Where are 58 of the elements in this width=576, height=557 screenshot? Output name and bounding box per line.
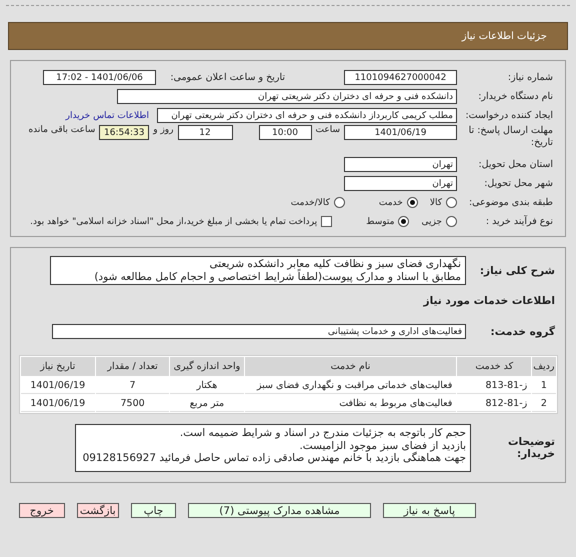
requester-field: مطلب کریمی کاربرداز دانشکده فنی و حرفه ای دختران دکتر شریعتی تهران — [157, 108, 457, 123]
option-label: متوسط — [366, 216, 394, 226]
action-button[interactable]: مشاهده مدارک پیوستی (7) — [188, 503, 371, 518]
option-label: خدمت — [378, 198, 403, 208]
radio-button[interactable] — [334, 197, 345, 208]
field-label: طبقه بندی موضوعی: — [468, 196, 553, 208]
section-title: اطلاعات خدمات مورد نیاز — [424, 294, 555, 307]
column-header: واحد اندازه گیری — [170, 357, 244, 376]
field-label: ایجاد کننده درخواست: — [464, 110, 553, 122]
action-button[interactable]: بازگشت — [76, 503, 119, 518]
field-label: شرح کلی نیاز: — [478, 264, 555, 277]
buyer-contact-link[interactable]: اطلاعات تماس خریدار — [66, 110, 149, 120]
field-label: مهلت ارسال پاسخ: تا تاریخ: — [468, 125, 553, 149]
column-header: کد خدمت — [457, 357, 532, 376]
field-label: شماره نیاز: — [506, 72, 553, 84]
column-header: نام خدمت — [244, 357, 456, 376]
deadline-date-field: 1401/06/19 — [344, 125, 457, 140]
province-field: تهران — [344, 157, 457, 172]
table-cell: فعالیت‌های خدماتی مراقبت و نگهداری فضای سبز — [244, 377, 456, 394]
description-line: نگهداری فضای سبز و نظافت کلیه معابر دانشکده شریعتی — [208, 258, 461, 270]
days-field: 12 — [178, 125, 232, 140]
column-header: ردیف — [532, 357, 556, 376]
announce-date-field: 1401/06/06 - 17:02 — [43, 70, 156, 85]
description-line: مطابق با اسناد و مدارک پیوست(لطفاً شرایط اختصاصی و احجام کامل مطالعه شود) — [93, 270, 461, 284]
field-label: نام دستگاه خریدار: — [477, 90, 553, 102]
radio-button[interactable] — [446, 197, 457, 208]
field-label: گروه خدمت: — [490, 326, 555, 338]
radio-button[interactable] — [398, 216, 410, 227]
column-header: تاریخ نیاز — [20, 357, 96, 376]
option-label: کالا/خدمت — [290, 198, 330, 208]
remaining-time-field: 16:54:33 — [99, 125, 150, 140]
payment-note: پرداخت تمام یا بخشی از مبلغ خرید،از محل "اسناد خزانه اسلامی" خواهد بود. — [30, 216, 318, 226]
buyer-field: دانشکده فنی و حرفه ای دختران دکتر شریعتی تهران — [117, 89, 457, 104]
action-button[interactable]: پاسخ به نیاز — [382, 503, 476, 518]
need-number-field: 1101094627000042 — [344, 70, 457, 85]
service-group-field: فعالیت‌های اداری و خدمات پشتیبانی — [52, 324, 466, 340]
field-label: تاریخ و ساعت اعلان عمومی: — [169, 72, 285, 84]
checkbox[interactable] — [321, 216, 332, 227]
action-button[interactable]: خروج — [18, 503, 65, 518]
days-label: روز و — [153, 125, 174, 135]
note-line: بازدید از فضای سبز موجود الزامیست. — [298, 440, 466, 452]
option-label: کالا — [430, 198, 442, 208]
note-line: جهت هماهنگی بازدید با خانم مهندس صادقی زاده تماس حاصل فرمائید 09128156927 — [82, 452, 466, 465]
field-label: توضیحات خریدار: — [506, 436, 555, 460]
field-label: نوع فرآیند خرید : — [484, 216, 553, 228]
field-label: استان محل تحویل: — [477, 158, 553, 170]
note-line: حجم کار باتوجه به جزئیات مندرج در اسناد و شرایط ضمیمه است. — [178, 427, 466, 440]
action-button[interactable]: چاپ — [130, 503, 176, 518]
field-label: شهر محل تحویل: — [483, 178, 553, 190]
radio-button[interactable] — [406, 197, 418, 208]
page-header: جزئیات اطلاعات نیاز — [8, 22, 568, 50]
deadline-time-field: 10:00 — [258, 125, 312, 140]
option-label: جزیی — [421, 216, 442, 226]
column-header: تعداد / مقدار — [96, 357, 170, 376]
radio-button[interactable] — [446, 216, 457, 227]
city-field: تهران — [344, 176, 457, 191]
time-label: ساعت — [316, 125, 340, 135]
remaining-label: ساعت باقی مانده — [28, 125, 96, 135]
